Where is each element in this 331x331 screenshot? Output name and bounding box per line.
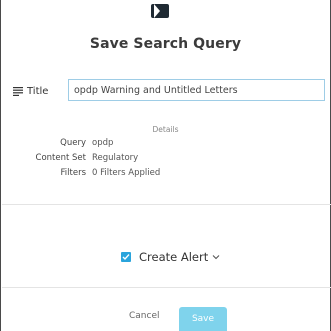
divider [2, 204, 331, 205]
detail-value: opdp [92, 138, 114, 148]
list-lines-icon [13, 87, 23, 96]
detail-value: Regulatory [92, 153, 139, 163]
chevron-down-icon[interactable] [212, 253, 220, 261]
create-alert-checkbox[interactable] [121, 252, 131, 262]
checkmark-icon [122, 254, 130, 261]
create-alert-toggle[interactable]: Create Alert [121, 250, 220, 264]
detail-value: 0 Filters Applied [92, 168, 161, 178]
title-input[interactable] [68, 79, 325, 101]
cancel-button[interactable]: Cancel [129, 311, 160, 321]
title-label: Title [27, 85, 49, 97]
divider [2, 287, 331, 288]
detail-key: Query [60, 138, 86, 148]
details-heading: Details [152, 125, 179, 134]
dialog-frame: Save Search Query Title Details Query op… [0, 0, 331, 331]
save-button[interactable]: Save [179, 307, 227, 331]
title-field-label-group: Title [13, 80, 48, 102]
bookmark-icon [151, 4, 169, 18]
dialog-title: Save Search Query [89, 36, 242, 52]
detail-key: Content Set [35, 153, 86, 163]
create-alert-label: Create Alert [139, 250, 209, 264]
detail-key: Filters [60, 168, 86, 178]
